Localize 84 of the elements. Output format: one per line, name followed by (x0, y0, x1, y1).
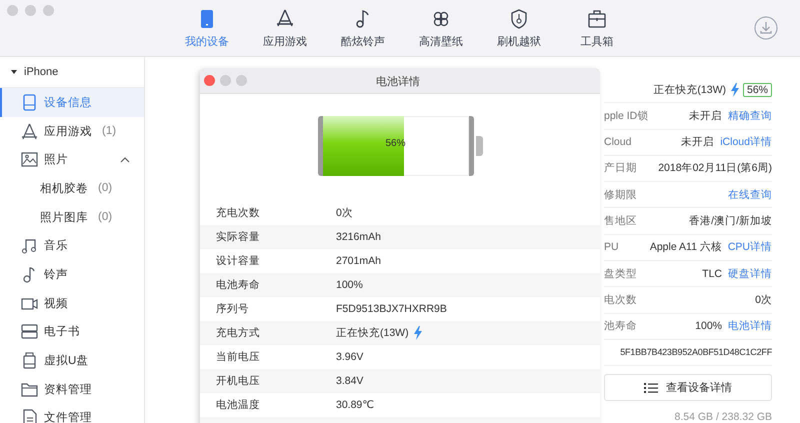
sidebar-item[interactable]: 照片图库 (0) (0, 202, 144, 232)
info-link[interactable]: 电池详情 (728, 319, 772, 334)
detail-value: F5D9513BJX7HXRR9B (336, 303, 447, 315)
sidebar-item[interactable]: 文件管理 (0, 404, 144, 423)
detail-label: 设计容量 (216, 254, 261, 268)
info-label: 电次数 (604, 292, 637, 307)
window-control[interactable] (204, 75, 215, 86)
detail-label: 充电方式 (216, 326, 261, 340)
window-control[interactable] (25, 5, 36, 16)
info-label: 池寿命 (604, 319, 637, 334)
storage-text: 8.54 GB / 238.32 GB (674, 411, 772, 423)
detail-value: 正在快充(13W) (336, 326, 409, 340)
info-label: 盘类型 (604, 266, 637, 281)
phone-icon (21, 94, 38, 111)
detail-label: 充电次数 (216, 206, 261, 220)
window-control[interactable] (220, 75, 231, 86)
info-value: 0次 (755, 292, 772, 307)
detail-value: 3.96V (336, 351, 364, 363)
toolbar-tab[interactable]: 刷机越狱 (489, 9, 549, 49)
sidebar-item[interactable]: 资料管理 (0, 374, 144, 404)
info-label: PU (604, 241, 619, 254)
detail-label: 当前电压 (216, 350, 261, 364)
sidebar-item[interactable]: 音乐 (0, 231, 144, 260)
detail-value: 3.84V (336, 375, 364, 387)
shield-key-icon (509, 9, 529, 29)
info-label: 售地区 (604, 214, 637, 228)
info-label: 修期限 (604, 188, 637, 202)
document-icon (21, 409, 38, 423)
toolbar-tab[interactable]: 我的设备 (177, 9, 237, 49)
detail-label: 实际容量 (216, 230, 261, 244)
clover-icon (431, 9, 451, 29)
sidebar-item[interactable]: 电子书 (0, 318, 144, 346)
info-link[interactable]: CPU详情 (728, 240, 772, 254)
info-link[interactable]: 在线查询 (728, 188, 772, 202)
toolbar-tab[interactable]: 酷炫铃声 (333, 9, 393, 49)
sidebar-item[interactable]: 虚拟U盘 (0, 346, 144, 375)
toolbar-tab[interactable]: 工具箱 (567, 9, 627, 49)
detail-value: 0次 (336, 206, 353, 220)
list-icon (644, 382, 658, 394)
info-link[interactable]: 精确查询 (728, 108, 772, 123)
sidebar-item[interactable]: 应用游戏 (1) (0, 116, 144, 146)
sidebar-item[interactable]: 照片 (0, 145, 144, 174)
window-control[interactable] (43, 5, 54, 16)
detail-label: 开机电压 (216, 374, 261, 388)
detail-value: 3216mAh (336, 231, 381, 243)
window-control[interactable] (236, 75, 247, 86)
sidebar-item[interactable]: 相机胶卷 (0) (0, 174, 144, 203)
info-value: 100% (695, 320, 722, 332)
detail-label: 电池寿命 (216, 278, 261, 292)
device-details-button[interactable]: 查看设备详情 (604, 374, 772, 401)
app-store-icon (275, 9, 295, 29)
info-value: 未开启 (681, 135, 714, 150)
info-value: 2018年02月11日(第6周) (658, 161, 772, 176)
window-control[interactable] (7, 5, 18, 16)
sidebar-item[interactable]: 铃声 (0, 260, 144, 289)
toolbox-icon (587, 9, 607, 29)
info-label: pple ID锁 (604, 108, 648, 123)
info-value: 5F1BB7B423B952A0BF51D48C1C2FF (620, 347, 772, 358)
info-value: Apple A11 六核 (650, 240, 722, 254)
download-icon[interactable] (754, 16, 778, 40)
toolbar-tab[interactable]: 高清壁纸 (411, 9, 471, 49)
toolbar-tab[interactable]: 应用游戏 (255, 9, 315, 49)
folder-icon (21, 380, 38, 398)
detail-value: 100% (336, 279, 363, 291)
image-icon (21, 151, 38, 168)
detail-value: 30.89℃ (336, 399, 374, 411)
info-value: 未开启 (689, 108, 722, 123)
info-link[interactable]: 硬盘详情 (728, 266, 772, 281)
info-label: 产日期 (604, 161, 637, 176)
battery-badge: 56% (742, 82, 772, 97)
dialog-title: 电池详情 (376, 75, 420, 89)
book-icon (21, 323, 38, 340)
info-value: TLC (702, 268, 722, 280)
app-store-icon (21, 122, 38, 140)
detail-label: 电池温度 (216, 398, 261, 412)
info-value: 香港/澳门/新加坡 (689, 214, 772, 228)
detail-label: 序列号 (216, 302, 250, 316)
usb-drive-icon (21, 352, 38, 370)
music-notes-icon (21, 237, 38, 254)
info-label: Cloud (604, 136, 632, 148)
charging-status: 正在快充(13W) (653, 82, 726, 97)
sidebar-item[interactable]: 视频 (0, 288, 144, 318)
detail-value: 2701mAh (336, 255, 381, 267)
info-link[interactable]: iCloud详情 (720, 135, 772, 150)
